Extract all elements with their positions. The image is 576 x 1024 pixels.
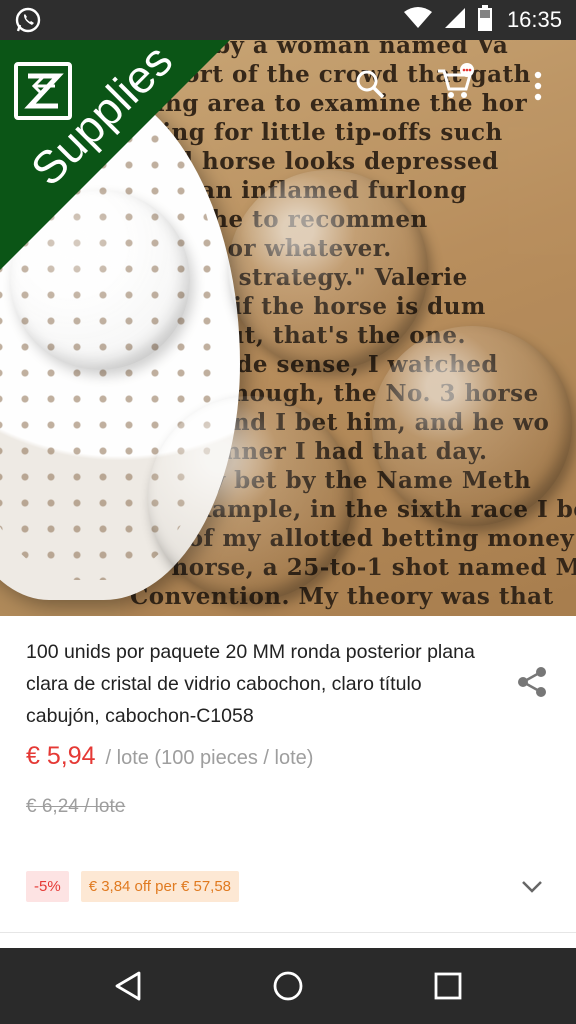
more-options-icon[interactable] — [516, 64, 560, 108]
price: € 5,94 — [26, 742, 96, 770]
home-icon[interactable] — [268, 966, 308, 1006]
glass-cabochon — [148, 396, 353, 601]
back-icon[interactable] — [108, 966, 148, 1006]
glass-cabochon — [228, 170, 428, 370]
back-arrow-icon[interactable] — [22, 64, 66, 108]
wifi-icon — [403, 6, 433, 35]
price-row: € 5,94 / lote (100 pieces / lote) — [26, 742, 313, 771]
recent-apps-icon[interactable] — [428, 966, 468, 1006]
original-price: € 6,24 / lote — [26, 796, 126, 817]
coupon-badge[interactable]: € 3,84 off per € 57,58 — [80, 871, 240, 902]
promotion-badges: -5% € 3,84 off per € 57,58 — [26, 871, 240, 902]
price-unit: / lote (100 pieces / lote) — [105, 747, 314, 769]
discount-badge: -5% — [26, 871, 69, 902]
product-image[interactable]: to me by a woman named Va as port of the … — [0, 40, 576, 616]
navigation-bar — [0, 948, 576, 1024]
chevron-down-icon[interactable] — [519, 874, 545, 898]
whatsapp-icon — [14, 6, 42, 39]
search-icon[interactable] — [348, 62, 392, 106]
divider — [0, 932, 576, 933]
status-bar: 16:35 — [0, 0, 576, 40]
share-icon[interactable] — [514, 664, 550, 700]
product-title: 100 unids por paquete 20 MM ronda poster… — [26, 641, 475, 727]
signal-icon — [443, 6, 467, 35]
cart-icon[interactable] — [434, 60, 478, 104]
battery-icon — [477, 4, 493, 36]
glass-cabochon — [372, 326, 572, 526]
newspaper-text-line: Convention. My theory was that — [130, 583, 554, 610]
status-time: 16:35 — [506, 7, 562, 32]
